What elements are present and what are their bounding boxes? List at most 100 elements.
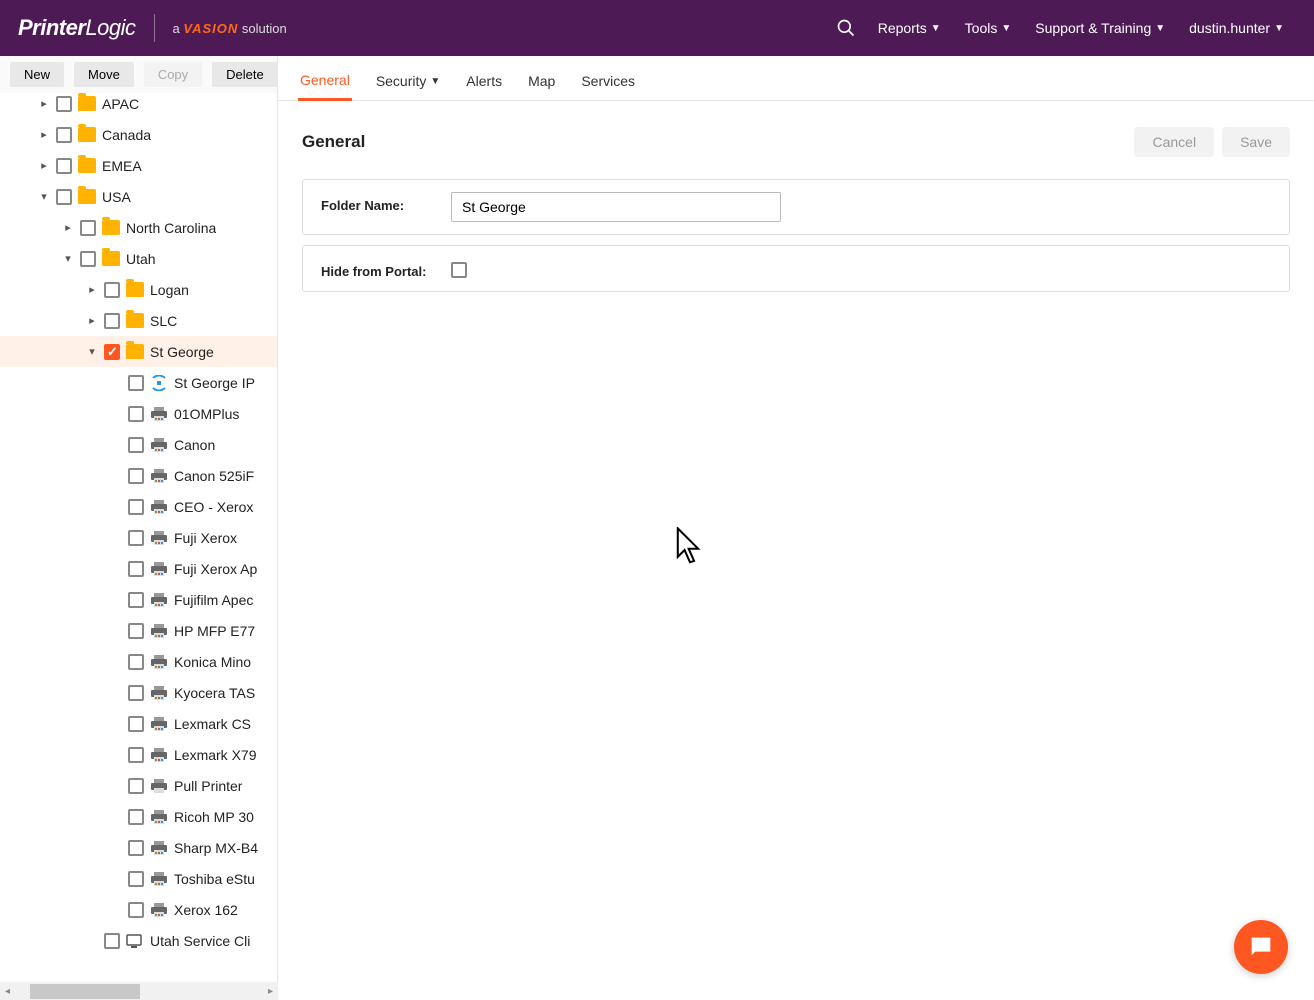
tab-map[interactable]: Map — [526, 66, 557, 100]
tree-label: EMEA — [102, 158, 142, 174]
tree-folder-canada[interactable]: ▸Canada — [0, 119, 277, 150]
tree-item-printer[interactable]: Fuji Xerox — [0, 522, 277, 553]
collapse-icon[interactable]: ▾ — [62, 252, 74, 265]
hide-portal-checkbox[interactable] — [451, 262, 467, 278]
menu-user[interactable]: dustin.hunter▼ — [1177, 20, 1296, 36]
checkbox[interactable] — [56, 96, 72, 112]
expand-icon[interactable]: ▸ — [38, 97, 50, 110]
tree-item-printer[interactable]: Lexmark X79 — [0, 739, 277, 770]
scroll-right-icon[interactable]: ▸ — [263, 984, 278, 999]
collapse-icon[interactable]: ▾ — [38, 190, 50, 203]
checkbox[interactable] — [128, 406, 144, 422]
checkbox[interactable] — [128, 592, 144, 608]
checkbox[interactable] — [128, 530, 144, 546]
expand-icon[interactable]: ▸ — [38, 128, 50, 141]
checkbox[interactable] — [128, 685, 144, 701]
tree-label: HP MFP E77 — [174, 623, 255, 639]
tree-folder-nc[interactable]: ▸ North Carolina — [0, 212, 277, 243]
checkbox[interactable] — [128, 747, 144, 763]
checkbox[interactable] — [128, 809, 144, 825]
folder-name-input[interactable] — [451, 192, 781, 222]
checkbox[interactable] — [128, 902, 144, 918]
tree-folder-utah[interactable]: ▾Utah — [0, 243, 277, 274]
checkbox[interactable] — [56, 158, 72, 174]
tree-item-client[interactable]: Utah Service Cli — [0, 925, 277, 956]
tree-item-printer[interactable]: Xerox 162 — [0, 894, 277, 925]
tree-folder-emea[interactable]: ▸ EMEA — [0, 150, 277, 181]
top-header: PrinterLogic a VASION solution Reports▼ … — [0, 0, 1314, 56]
tree-folder-usa[interactable]: ▾USA — [0, 181, 277, 212]
tree-folder-logan[interactable]: ▸Logan — [0, 274, 277, 305]
checkbox[interactable] — [128, 561, 144, 577]
menu-support-label: Support & Training — [1035, 20, 1151, 36]
checkbox[interactable] — [128, 623, 144, 639]
tree-item-printer[interactable]: Canon — [0, 429, 277, 460]
tree-item-printer[interactable]: Fuji Xerox Ap — [0, 553, 277, 584]
printer-icon — [150, 747, 168, 763]
checkbox[interactable] — [128, 375, 144, 391]
expand-icon[interactable]: ▸ — [86, 314, 98, 327]
checkbox[interactable] — [128, 840, 144, 856]
main-panel: General Security▼ Alerts Map Services Ge… — [278, 56, 1314, 1000]
tree-item-iprange[interactable]: St George IP — [0, 367, 277, 398]
tree-item-printer[interactable]: Konica Mino — [0, 646, 277, 677]
tree-item-printer[interactable]: Sharp MX-B4 — [0, 832, 277, 863]
checkbox[interactable] — [128, 654, 144, 670]
h-scrollbar[interactable]: ◂ ▸ — [0, 982, 278, 1000]
tree-item-printer[interactable]: CEO - Xerox — [0, 491, 277, 522]
tree-folder-stgeorge[interactable]: ▾St George — [0, 336, 277, 367]
cancel-button[interactable]: Cancel — [1134, 127, 1214, 157]
scroll-left-icon[interactable]: ◂ — [0, 984, 15, 999]
search-icon[interactable] — [836, 18, 856, 38]
tree-item-printer[interactable]: Pull Printer — [0, 770, 277, 801]
checkbox[interactable] — [128, 871, 144, 887]
move-button[interactable]: Move — [74, 62, 134, 87]
tree-label: Fuji Xerox — [174, 530, 237, 546]
tab-alerts[interactable]: Alerts — [464, 66, 504, 100]
checkbox[interactable] — [104, 282, 120, 298]
expand-icon[interactable]: ▸ — [62, 221, 74, 234]
checkbox[interactable] — [104, 933, 120, 949]
expand-icon[interactable]: ▸ — [38, 159, 50, 172]
checkbox[interactable] — [128, 437, 144, 453]
chat-fab[interactable] — [1234, 920, 1288, 974]
tree-item-printer[interactable]: Kyocera TAS — [0, 677, 277, 708]
tree-item-printer[interactable]: Lexmark CS — [0, 708, 277, 739]
tree-label: North Carolina — [126, 220, 216, 236]
checkbox[interactable] — [128, 778, 144, 794]
sidebar-tree[interactable]: ▸APAC ▸Canada ▸ EMEA ▾USA ▸ North Carolina… — [0, 88, 278, 982]
menu-reports[interactable]: Reports▼ — [866, 20, 953, 36]
checkbox[interactable] — [128, 499, 144, 515]
scroll-track[interactable] — [15, 984, 263, 999]
tree-label: Ricoh MP 30 — [174, 809, 254, 825]
tree-item-printer[interactable]: Toshiba eStu — [0, 863, 277, 894]
tree-item-printer[interactable]: 01OMPlus — [0, 398, 277, 429]
new-button[interactable]: New — [10, 62, 64, 87]
checkbox-checked[interactable] — [104, 344, 120, 360]
tagline: a VASION solution — [173, 21, 287, 36]
menu-support[interactable]: Support & Training▼ — [1023, 20, 1177, 36]
tab-services[interactable]: Services — [579, 66, 637, 100]
tree-folder-slc[interactable]: ▸SLC — [0, 305, 277, 336]
checkbox[interactable] — [56, 189, 72, 205]
tree-item-printer[interactable]: Canon 525iF — [0, 460, 277, 491]
tab-general[interactable]: General — [298, 66, 352, 101]
menu-tools[interactable]: Tools▼ — [953, 20, 1024, 36]
checkbox[interactable] — [104, 313, 120, 329]
tree-folder-apac[interactable]: ▸APAC — [0, 88, 277, 119]
checkbox[interactable] — [128, 716, 144, 732]
scroll-thumb[interactable] — [30, 984, 140, 999]
checkbox[interactable] — [80, 220, 96, 236]
checkbox[interactable] — [56, 127, 72, 143]
tab-security[interactable]: Security▼ — [374, 66, 442, 100]
printer-icon — [150, 654, 168, 670]
delete-button[interactable]: Delete — [212, 62, 278, 87]
tree-item-printer[interactable]: Ricoh MP 30 — [0, 801, 277, 832]
tree-item-printer[interactable]: HP MFP E77 — [0, 615, 277, 646]
checkbox[interactable] — [128, 468, 144, 484]
tree-item-printer[interactable]: Fujifilm Apec — [0, 584, 277, 615]
checkbox[interactable] — [80, 251, 96, 267]
collapse-icon[interactable]: ▾ — [86, 345, 98, 358]
expand-icon[interactable]: ▸ — [86, 283, 98, 296]
save-button[interactable]: Save — [1222, 127, 1290, 157]
